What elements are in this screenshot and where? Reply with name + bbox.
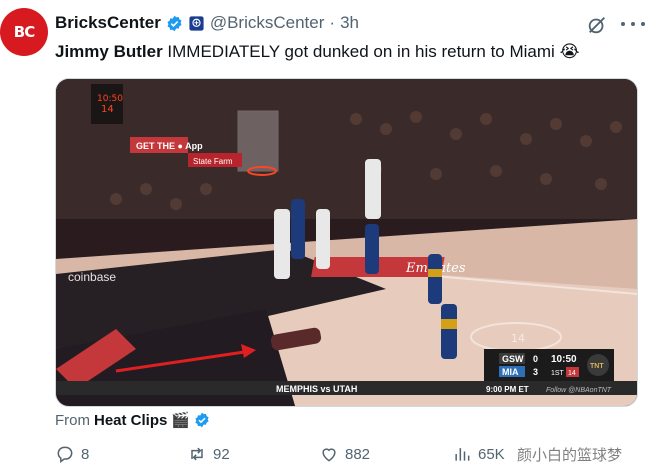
like-count: 882 [345,445,371,463]
reply-button[interactable]: 8 [55,444,89,464]
author-handle[interactable]: @BricksCenter [210,13,325,33]
author-name[interactable]: BricksCenter [55,13,161,33]
ticker-handle: Follow @NBAonTNT [546,387,612,394]
avatar[interactable]: BC [0,8,48,56]
team2-score: 3 [533,367,538,377]
retweet-count: 92 [213,445,230,463]
ticker-time: 9:00 PM ET [486,385,529,394]
shot-clock: 14 [101,104,114,115]
video-frame: Emirates 14 10:50 14 GET THE ● App State… [56,79,637,406]
period: 1ST [551,370,565,377]
svg-text:10:50: 10:50 [97,94,123,104]
timestamp[interactable]: 3h [340,13,359,33]
more-options-icon[interactable] [621,14,645,34]
video-player[interactable]: Emirates 14 10:50 14 GET THE ● App State… [55,78,638,407]
retweet-icon [191,447,203,461]
team1-score: 0 [533,354,538,364]
source-verified-icon [195,412,209,428]
separator-dot: · [329,13,336,32]
crying-emoji: 😭 [559,42,580,62]
game-clock: 10:50 [551,354,577,365]
views-icon [455,448,470,461]
tweet-text-bold: Jimmy Butler [55,42,163,61]
grok-icon[interactable] [586,14,608,36]
tweet-text: Jimmy Butler IMMEDIATELY got dunked on i… [55,42,579,62]
reply-icon [57,446,73,463]
tweet-header: BricksCenter @BricksCenter · 3h [55,13,359,33]
clapper-emoji: 🎬 [171,411,191,429]
views-button[interactable]: 65K [452,444,505,464]
heart-icon [322,448,336,462]
retweet-button[interactable]: 92 [187,444,230,464]
affiliate-badge-icon [189,15,204,31]
watermark-text: 颜小白的篮球梦 [517,446,623,464]
source-attribution: From Heat Clips 🎬 [55,411,210,429]
reply-count: 8 [81,445,90,463]
statefarm-sign: State Farm [193,157,233,166]
team1-name: GSW [502,354,524,364]
court-number: 14 [511,332,525,345]
coinbase-sign: coinbase [68,270,116,284]
network-logo: TNT [590,363,604,370]
view-count: 65K [478,445,505,463]
like-button[interactable]: 882 [319,444,370,464]
source-prefix: From [55,411,90,429]
source-name[interactable]: Heat Clips [94,412,167,429]
shot-clock-bug: 14 [568,370,576,377]
avatar-logo: BC [13,23,35,41]
tweet-text-rest: IMMEDIATELY got dunked on in his return … [162,42,555,61]
sponsor-sign: GET THE ● App [136,141,203,151]
ticker-game: MEMPHIS vs UTAH [276,384,357,394]
team2-name: MIA [502,367,519,377]
verified-badge-icon [167,15,182,31]
